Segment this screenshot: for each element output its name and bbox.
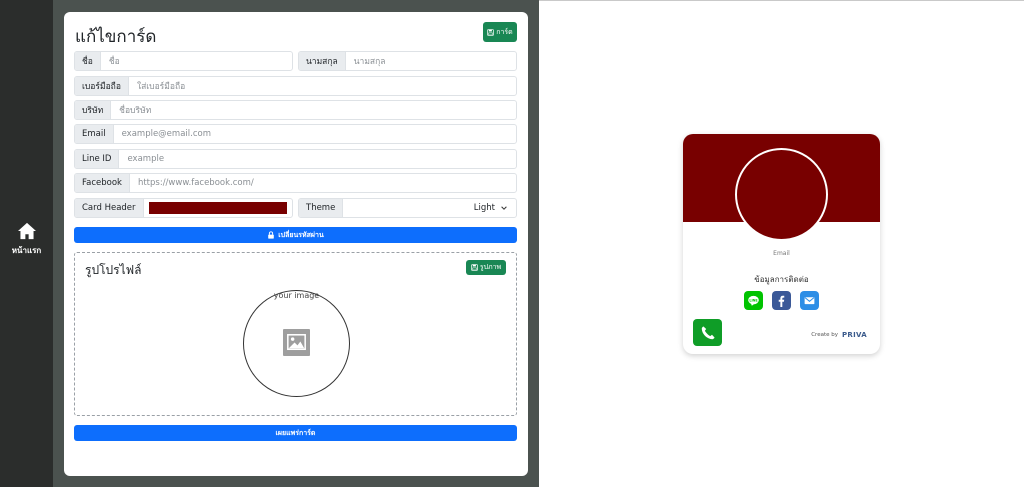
image-upload-button[interactable]: รูปภาพ	[466, 260, 506, 275]
first-name-input[interactable]: ชื่อ	[101, 52, 292, 70]
editor-panel: แก้ไขการ์ด การ์ด ชื่อ ชื่อ นามสกุล นามสก…	[64, 12, 528, 476]
line-icon[interactable]: LINE	[744, 291, 763, 310]
card-email: Email	[773, 250, 790, 257]
phone-group: เบอร์มือถือ ใส่เบอร์มือถือ	[74, 76, 517, 96]
card-button[interactable]: การ์ด	[483, 22, 517, 42]
profile-section: รูปโปรไฟล์ รูปภาพ your image	[74, 252, 517, 416]
theme-group: Theme Light	[298, 198, 517, 218]
company-group: บริษัท ชื่อบริษัท	[74, 100, 517, 120]
sidebar: หน้าแรก	[0, 0, 53, 487]
home-icon	[17, 222, 36, 240]
chevron-down-icon	[501, 206, 507, 210]
email-input[interactable]: example@email.com	[114, 125, 516, 143]
page-title: แก้ไขการ์ด	[75, 27, 157, 47]
profile-title: รูปโปรไฟล์	[85, 263, 142, 277]
save-icon	[471, 264, 478, 271]
first-name-group: ชื่อ ชื่อ	[74, 51, 293, 71]
created-by-text: Create by	[811, 332, 838, 338]
theme-label: Theme	[299, 199, 344, 217]
last-name-group: นามสกุล นามสกุล	[298, 51, 517, 71]
company-label: บริษัท	[75, 101, 112, 119]
facebook-group: Facebook https://www.facebook.com/	[74, 173, 517, 193]
image-upload-label: รูปภาพ	[479, 263, 502, 271]
change-password-button[interactable]: เปลี่ยนรหัสผ่าน	[74, 227, 517, 243]
home-label: หน้าแรก	[11, 246, 42, 255]
svg-text:LINE: LINE	[749, 298, 757, 302]
profile-image-placeholder[interactable]: your image	[243, 290, 350, 397]
theme-value: Light	[473, 203, 495, 213]
publish-card-label: เผยแพร่การ์ด	[275, 428, 316, 437]
phone-input[interactable]: ใส่เบอร์มือถือ	[129, 77, 516, 95]
lock-icon	[268, 231, 275, 239]
last-name-label: นามสกุล	[299, 52, 346, 70]
card-preview: Email ข้อมูลการติดต่อ LINE Create by PRI…	[683, 134, 880, 354]
line-group: Line ID example	[74, 149, 517, 169]
publish-card-button[interactable]: เผยแพร่การ์ด	[74, 425, 517, 441]
facebook-icon[interactable]	[772, 291, 791, 310]
facebook-label: Facebook	[75, 174, 130, 192]
phone-button[interactable]	[693, 319, 722, 346]
phone-icon	[701, 326, 714, 339]
last-name-input[interactable]: นามสกุล	[346, 52, 516, 70]
company-input[interactable]: ชื่อบริษัท	[111, 101, 516, 119]
home-nav-button[interactable]: หน้าแรก	[4, 222, 49, 262]
brand-logo: PRIVA	[842, 331, 867, 339]
avatar	[735, 148, 828, 241]
credit: Create by PRIVA	[811, 331, 867, 339]
image-icon	[283, 329, 310, 356]
email-icon[interactable]	[800, 291, 819, 310]
facebook-input[interactable]: https://www.facebook.com/	[130, 174, 516, 192]
first-name-label: ชื่อ	[75, 52, 101, 70]
email-group: Email example@email.com	[74, 124, 517, 144]
email-label: Email	[75, 125, 114, 143]
card-button-label: การ์ด	[496, 27, 513, 36]
line-label: Line ID	[75, 150, 120, 168]
card-header-color-picker[interactable]	[144, 199, 292, 217]
card-header-group: Card Header	[74, 198, 293, 218]
color-swatch	[148, 202, 287, 214]
image-placeholder-text: your image	[273, 291, 320, 300]
phone-label: เบอร์มือถือ	[75, 77, 129, 95]
theme-select[interactable]: Light	[343, 199, 516, 217]
line-input[interactable]: example	[119, 150, 516, 168]
contact-title: ข้อมูลการติดต่อ	[754, 275, 809, 284]
save-icon	[487, 28, 495, 36]
card-header-label: Card Header	[75, 199, 144, 217]
change-password-label: เปลี่ยนรหัสผ่าน	[278, 230, 324, 239]
